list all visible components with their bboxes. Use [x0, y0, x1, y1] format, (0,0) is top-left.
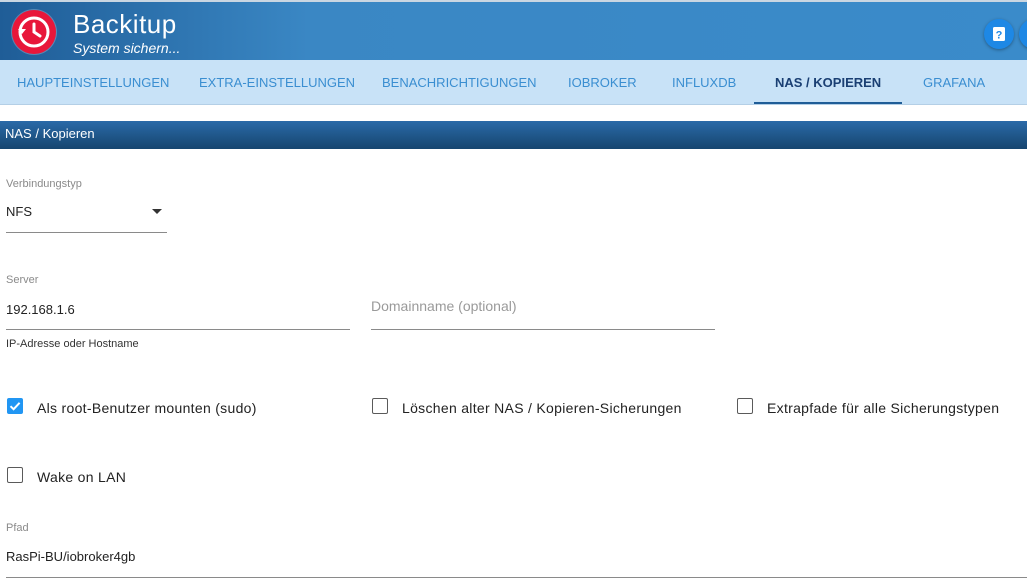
tab-influxdb[interactable]: INFLUXDB	[672, 60, 736, 105]
domain-underline	[371, 329, 715, 330]
connection-type-value: NFS	[6, 204, 32, 219]
tab-grafana[interactable]: GRAFANA	[923, 60, 985, 105]
path-value: RasPi-BU/iobroker4gb	[6, 549, 136, 564]
tab-extra-einstellungen[interactable]: EXTRA-EINSTELLUNGEN	[199, 60, 355, 105]
checkmark-icon	[7, 398, 23, 414]
help-button[interactable]: ?	[984, 19, 1014, 49]
server-underline	[6, 329, 350, 330]
tab-bar: HAUPTEINSTELLUNGEN EXTRA-EINSTELLUNGEN B…	[0, 60, 1027, 105]
domain-input[interactable]: Domainname (optional)	[371, 292, 715, 330]
svg-text:?: ?	[996, 30, 1003, 42]
root-mount-label: Als root-Benutzer mounten (sudo)	[37, 400, 257, 416]
domain-placeholder: Domainname (optional)	[371, 298, 517, 314]
server-label: Server	[6, 274, 39, 286]
app-header: Backitup System sichern... ?	[0, 0, 1027, 60]
help-icon: ?	[993, 27, 1005, 42]
path-label: Pfad	[6, 522, 29, 534]
app-subtitle: System sichern...	[73, 40, 181, 56]
chevron-down-icon	[152, 209, 162, 214]
connection-type-label: Verbindungstyp	[6, 178, 82, 190]
connection-type-select[interactable]: NFS	[6, 196, 167, 233]
tab-iobroker[interactable]: IOBROKER	[568, 60, 637, 105]
root-mount-checkbox[interactable]	[7, 398, 23, 414]
path-underline	[6, 577, 1027, 578]
overflow-action-button[interactable]	[1019, 19, 1027, 49]
delete-old-backups-checkbox[interactable]	[372, 398, 388, 414]
server-value: 192.168.1.6	[6, 302, 75, 317]
active-tab-indicator	[754, 102, 902, 104]
server-input[interactable]: 192.168.1.6	[6, 292, 350, 330]
extra-paths-label: Extrapfade für alle Sicherungstypen	[767, 400, 1000, 416]
section-header: NAS / Kopieren	[0, 121, 1027, 149]
extra-paths-checkbox[interactable]	[737, 398, 753, 414]
wake-on-lan-checkbox[interactable]	[7, 467, 23, 483]
app-title: Backitup	[73, 9, 177, 39]
tab-nas-kopieren[interactable]: NAS / KOPIEREN	[775, 60, 881, 105]
server-helper-text: IP-Adresse oder Hostname	[6, 338, 139, 350]
delete-old-backups-label: Löschen alter NAS / Kopieren-Sicherungen	[402, 400, 682, 416]
backup-clock-icon	[12, 10, 56, 54]
path-input[interactable]: RasPi-BU/iobroker4gb	[6, 540, 1027, 578]
connection-type-underline	[6, 232, 167, 233]
tab-haupteinstellungen[interactable]: HAUPTEINSTELLUNGEN	[17, 60, 169, 105]
tab-benachrichtigungen[interactable]: BENACHRICHTIGUNGEN	[382, 60, 537, 105]
wake-on-lan-label: Wake on LAN	[37, 469, 127, 485]
